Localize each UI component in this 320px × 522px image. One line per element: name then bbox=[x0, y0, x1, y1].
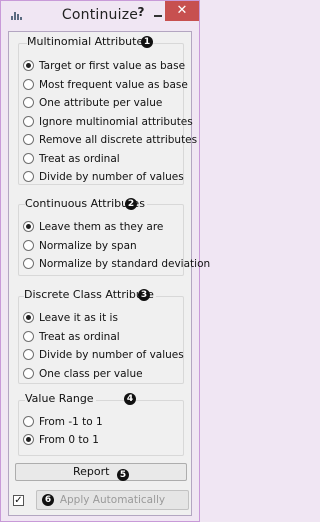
callout-badge-6: 6 bbox=[42, 494, 54, 506]
continuize-window: Continuize ? ✕ Multinomial Attributes 1 … bbox=[0, 0, 210, 522]
callout-badge-3: 3 bbox=[138, 289, 150, 301]
value-range-title: Value Range bbox=[25, 392, 96, 405]
continuous-option-label: Normalize by standard deviation bbox=[39, 258, 211, 270]
radio-button[interactable] bbox=[23, 239, 34, 251]
multinomial-attributes-title: Multinomial Attributes bbox=[27, 35, 151, 48]
discrete-class-option-label: Treat as ordinal bbox=[39, 330, 120, 343]
discrete-class-option-label: Leave it as it is bbox=[39, 312, 118, 324]
multinomial-option-label: Ignore multinomial attributes bbox=[39, 115, 193, 128]
discrete-class-option-label: Divide by number of values bbox=[39, 349, 184, 361]
radio-button[interactable] bbox=[23, 312, 34, 323]
radio-button[interactable] bbox=[23, 152, 34, 164]
radio-button[interactable] bbox=[23, 221, 34, 232]
radio-button[interactable] bbox=[23, 330, 34, 342]
callout-badge-1: 1 bbox=[141, 36, 153, 48]
radio-button[interactable] bbox=[23, 434, 34, 445]
title-bar[interactable]: Continuize ? ✕ bbox=[1, 1, 199, 31]
help-button[interactable]: ? bbox=[133, 3, 149, 21]
callout-badge-2: 2 bbox=[125, 198, 137, 210]
callout-badge-5: 5 bbox=[116, 469, 129, 481]
radio-button[interactable] bbox=[23, 171, 34, 182]
multinomial-option-label: One attribute per value bbox=[39, 97, 163, 109]
discrete-class-option-label: One class per value bbox=[39, 367, 143, 380]
callout-badge-4: 4 bbox=[124, 393, 136, 405]
radio-button[interactable] bbox=[23, 115, 34, 127]
radio-button[interactable] bbox=[23, 60, 34, 71]
discrete-class-attribute-title: Discrete Class Attribute bbox=[24, 288, 156, 301]
multinomial-option-label: Remove all discrete attributes bbox=[39, 134, 198, 146]
apply-automatically-checkbox[interactable]: ✓ bbox=[13, 495, 24, 506]
value-range-option-label: From 0 to 1 bbox=[39, 434, 99, 446]
close-button[interactable]: ✕ bbox=[165, 1, 199, 21]
radio-button[interactable] bbox=[23, 97, 34, 108]
multinomial-option-label: Divide by number of values bbox=[39, 171, 184, 183]
radio-button[interactable] bbox=[23, 349, 34, 360]
report-button-label: Report bbox=[73, 465, 110, 478]
multinomial-option-label: Target or first value as base bbox=[39, 60, 186, 72]
report-button[interactable]: Report 5 bbox=[15, 463, 187, 481]
value-range-option-label: From -1 to 1 bbox=[39, 416, 103, 428]
multinomial-option-label: Treat as ordinal bbox=[39, 152, 120, 165]
continuous-option-label: Normalize by span bbox=[39, 239, 137, 252]
multinomial-option-label: Most frequent value as base bbox=[39, 78, 188, 91]
apply-automatically-button[interactable]: Apply Automatically bbox=[36, 490, 189, 510]
continuous-option-label: Leave them as they are bbox=[39, 221, 164, 233]
radio-button[interactable] bbox=[23, 134, 34, 145]
radio-button[interactable] bbox=[23, 258, 34, 269]
radio-button[interactable] bbox=[23, 78, 34, 90]
minimize-icon[interactable] bbox=[151, 6, 165, 20]
radio-button[interactable] bbox=[23, 416, 34, 427]
radio-button[interactable] bbox=[23, 367, 34, 379]
